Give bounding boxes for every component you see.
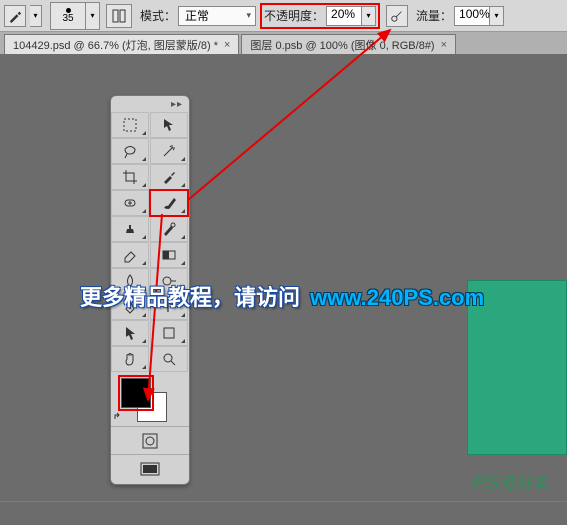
watermark: PS爱好者: [472, 470, 549, 495]
brush-thumbnail: 35: [50, 2, 86, 30]
move-tool-icon: [161, 117, 177, 133]
brush-panel-button[interactable]: [106, 4, 132, 28]
close-icon[interactable]: ×: [441, 39, 447, 51]
lasso-tool-icon: [122, 143, 138, 159]
document-tab-label: 图层 0.psb @ 100% (图像 0, RGB/8#): [250, 37, 434, 53]
flow-dropdown[interactable]: ▾: [490, 6, 504, 26]
gradient-tool-icon: [161, 247, 177, 263]
divider: [0, 501, 567, 525]
foreground-color-swatch[interactable]: [121, 378, 151, 408]
healing-brush-tool-icon: [122, 195, 138, 211]
tool-preset-button[interactable]: [4, 5, 26, 27]
screen-mode-button[interactable]: [111, 454, 189, 484]
opacity-group-highlight: 不透明度： 20% ▾: [260, 3, 380, 29]
swap-icon: [113, 411, 125, 423]
eyedropper-tool[interactable]: [150, 164, 188, 190]
clone-stamp-tool-icon: [122, 221, 138, 237]
quick-mask-icon: [141, 432, 159, 450]
clone-stamp-tool[interactable]: [111, 216, 149, 242]
opacity-input[interactable]: 20%: [326, 6, 362, 26]
zoom-tool[interactable]: [150, 346, 188, 372]
opacity-value: 20%: [331, 7, 355, 21]
path-select-tool[interactable]: [111, 320, 149, 346]
document-tab-2[interactable]: 图层 0.psb @ 100% (图像 0, RGB/8#) ×: [241, 34, 456, 54]
flow-label: 流量：: [416, 7, 452, 24]
history-brush-tool-icon: [161, 221, 177, 237]
gradient-tool[interactable]: [150, 242, 188, 268]
marquee-tool[interactable]: [111, 112, 149, 138]
flow-group: 流量： 100% ▾: [416, 6, 504, 26]
crop-tool[interactable]: [111, 164, 149, 190]
lasso-tool[interactable]: [111, 138, 149, 164]
close-icon[interactable]: ×: [224, 39, 230, 51]
brush-size-label: 35: [62, 13, 73, 24]
opacity-label: 不透明度：: [264, 7, 324, 24]
move-tool[interactable]: [150, 112, 188, 138]
blend-mode-select[interactable]: 正常: [178, 6, 256, 26]
history-brush-tool[interactable]: [150, 216, 188, 242]
mode-label: 模式：: [140, 7, 176, 24]
watermark-main: PS: [472, 472, 499, 494]
collapse-icon: ▸▸: [171, 99, 183, 110]
screen-mode-icon: [140, 462, 160, 478]
brush-tool[interactable]: [150, 190, 188, 216]
document-tab-bar: 104429.psd @ 66.7% (灯泡, 图层蒙版/8) * × 图层 0…: [0, 32, 567, 54]
path-select-tool-icon: [122, 325, 138, 341]
panel-grip[interactable]: ▸▸: [111, 96, 189, 112]
eraser-tool[interactable]: [111, 242, 149, 268]
overlay-text-main: 更多精品教程，请访问: [80, 285, 300, 310]
healing-brush-tool[interactable]: [111, 190, 149, 216]
hand-tool-icon: [122, 351, 138, 367]
flow-input[interactable]: 100%: [454, 6, 490, 26]
tool-preset-dropdown[interactable]: ▾: [30, 5, 42, 27]
pressure-icon: [390, 9, 404, 23]
document-tab-label: 104429.psd @ 66.7% (灯泡, 图层蒙版/8) *: [13, 37, 218, 53]
overlay-text: 更多精品教程，请访问 www.240PS.com: [80, 280, 484, 312]
marquee-tool-icon: [122, 117, 138, 133]
swap-colors-button[interactable]: [113, 410, 125, 422]
zoom-tool-icon: [161, 351, 177, 367]
magic-wand-tool-icon: [161, 143, 177, 159]
magic-wand-tool[interactable]: [150, 138, 188, 164]
hand-tool[interactable]: [111, 346, 149, 372]
brush-panel-icon: [111, 8, 127, 24]
opacity-dropdown[interactable]: ▾: [362, 6, 376, 26]
shape-tool[interactable]: [150, 320, 188, 346]
options-bar: ▾ 35 ▾ 模式： 正常 不透明度： 20% ▾ 流量： 100% ▾: [0, 0, 567, 32]
overlay-text-url: www.240PS.com: [310, 285, 484, 310]
color-swatch-box: [111, 372, 189, 426]
crop-tool-icon: [122, 169, 138, 185]
brush-preset-picker[interactable]: 35 ▾: [50, 2, 100, 30]
brush-icon: [8, 9, 22, 23]
eraser-tool-icon: [122, 247, 138, 263]
opacity-pressure-button[interactable]: [386, 5, 408, 27]
flow-value: 100%: [459, 7, 490, 21]
watermark-sub: 爱好者: [501, 476, 549, 493]
brush-tool-icon: [161, 195, 177, 211]
document-tab-1[interactable]: 104429.psd @ 66.7% (灯泡, 图层蒙版/8) * ×: [4, 34, 239, 54]
quick-mask-button[interactable]: [111, 426, 189, 454]
shape-tool-icon: [161, 325, 177, 341]
blend-mode-value: 正常: [185, 7, 209, 24]
brush-preset-dropdown[interactable]: ▾: [86, 2, 100, 30]
eyedropper-tool-icon: [161, 169, 177, 185]
